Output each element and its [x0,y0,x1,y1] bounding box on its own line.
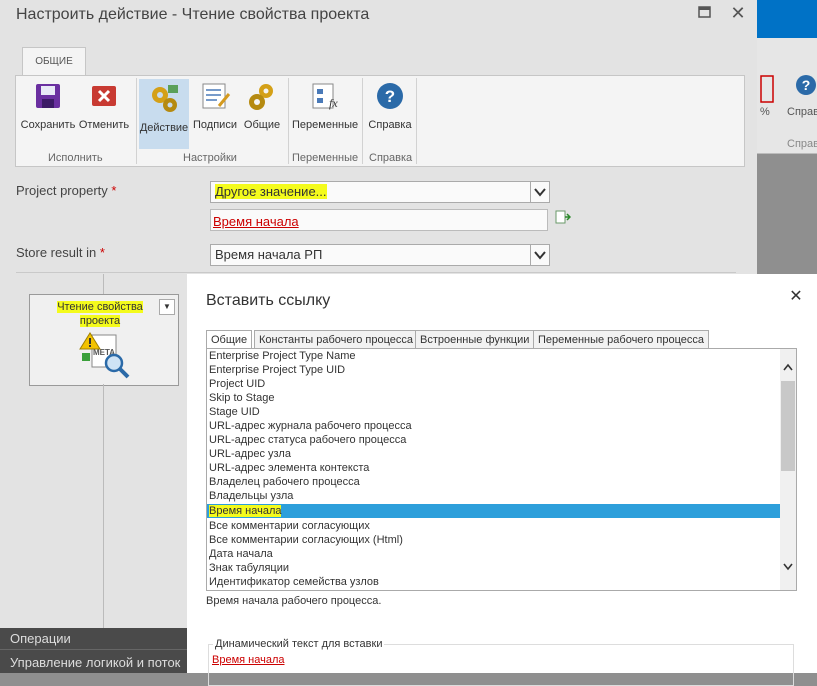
list-item[interactable]: Enterprise Project Type UID [209,363,345,377]
sidebar-item-operations[interactable]: Операции [10,631,71,646]
background-percent: % [760,106,770,118]
background-help-button[interactable]: Справ [787,106,817,118]
list-item[interactable]: Знак табуляции [209,561,289,575]
variables-button[interactable]: fx Переменные [292,80,358,131]
svg-text:?: ? [802,77,811,93]
action-label: Действие [139,122,189,134]
close-icon[interactable]: ✕ [727,2,749,24]
background-help-group: Справ [787,138,817,150]
ribbon: Сохранить Отменить Действие Подписи Общи… [15,75,745,167]
group-help: Справка [369,152,413,164]
dialog-title: Настроить действие - Чтение свойства про… [16,6,370,23]
project-property-link-field[interactable]: Время начала [210,209,548,231]
list-item[interactable]: Все комментарии согласующих (Html) [209,533,403,547]
connector-line [103,384,104,628]
list-item[interactable]: URL-адрес узла [209,447,291,461]
list-item[interactable]: Владельцы узла [209,489,293,503]
chevron-down-icon[interactable] [530,245,549,265]
help-button[interactable]: ? Справка [366,80,414,131]
variables-label: Переменные [292,119,359,131]
variables-icon: fx [312,83,338,110]
tab-workflow-variables[interactable]: Переменные рабочего процесса [533,330,709,350]
divider [16,272,736,273]
list-item[interactable]: Дата начала [209,547,273,561]
store-result-value: Время начала РП [215,247,323,262]
list-item-selected[interactable]: Время начала [207,504,780,518]
background-help-icon[interactable]: ? [795,74,817,96]
list-item[interactable]: Stage UID [209,405,260,419]
cancel-label: Отменить [78,119,130,131]
tab-builtin-functions[interactable]: Встроенные функции [415,330,535,350]
background-ribbon: % ? Справ Справ [757,38,817,154]
insert-link-popup: Вставить ссылку ✕ Общие Константы рабоче… [187,274,817,686]
shape-menu-icon[interactable]: ▼ [159,299,175,315]
scrollbar-thumb[interactable] [781,381,795,471]
labels-label: Подписи [193,119,237,131]
project-property-link[interactable]: Время начала [213,214,299,229]
tab-general[interactable]: ОБЩИЕ [22,47,86,76]
list-item[interactable]: URL-адрес журнала рабочего процесса [209,419,412,433]
group-execute: Исполнить [48,152,103,164]
list-item[interactable]: Идентификатор семейства узлов [209,575,379,589]
svg-text:?: ? [385,87,395,106]
reference-list[interactable]: Enterprise Project Type Name Enterprise … [206,348,797,591]
close-icon[interactable]: ✕ [787,286,805,305]
sidebar-item-logic[interactable]: Управление логикой и поток [10,655,180,670]
action-button[interactable]: Действие [139,79,189,149]
svg-text:fx: fx [329,96,338,110]
list-item[interactable]: URL-адрес элемента контекста [209,461,369,475]
read-meta-icon: META [79,332,130,379]
action-gear-icon [152,85,178,112]
general-label: Общие [243,119,281,131]
cancel-button[interactable]: Отменить [78,80,130,131]
list-item[interactable]: Skip to Stage [209,391,274,405]
background-topbar [757,0,817,38]
popup-title: Вставить ссылку [206,292,331,309]
list-item[interactable]: URL-адрес статуса рабочего процесса [209,433,406,447]
project-property-select[interactable]: Другое значение... [210,181,550,203]
list-item[interactable]: Project UID [209,377,265,391]
chevron-down-icon[interactable] [780,561,796,577]
insert-lookup-icon[interactable] [555,209,571,225]
list-scrollbar[interactable] [780,349,796,590]
group-variables: Переменные [292,152,359,164]
dynamic-text-value[interactable]: Время начала [212,654,284,666]
list-item[interactable]: Все комментарии согласующих [209,519,370,533]
store-result-select[interactable]: Время начала РП [210,244,550,266]
list-item[interactable]: Enterprise Project Type Name [209,349,356,363]
dynamic-text-label: Динамический текст для вставки [213,638,385,650]
dynamic-text-box [208,644,794,686]
tab-workflow-constants[interactable]: Константы рабочего процесса [254,330,419,350]
help-icon: ? [377,83,403,109]
chevron-down-icon[interactable] [530,182,549,202]
cancel-icon [92,86,116,106]
shape-title: Чтение свойства проекта [57,301,143,327]
item-description: Время начала рабочего процесса. [206,595,382,607]
maximize-icon[interactable] [694,2,716,24]
save-label: Сохранить [20,119,76,131]
project-property-value: Другое значение... [215,184,327,199]
background-ribbon-icon [760,75,774,103]
project-property-label: Project property * [16,183,117,198]
help-label: Справка [368,119,412,131]
workflow-action-shape[interactable]: Чтение свойства проекта ▼ META [29,294,179,386]
labels-button[interactable]: Подписи [192,80,238,131]
general-button[interactable]: Общие [240,80,284,131]
save-icon [36,84,60,108]
save-button[interactable]: Сохранить [20,80,76,131]
group-settings: Настройки [183,152,237,164]
store-result-label: Store result in * [16,245,105,260]
connector-line [103,274,104,294]
labels-icon [202,83,231,109]
general-gear-icon [249,84,273,110]
list-item[interactable]: Владелец рабочего процесса [209,475,360,489]
background-sidebar: Операции Управление логикой и поток [0,628,190,673]
chevron-up-icon[interactable] [780,361,796,377]
